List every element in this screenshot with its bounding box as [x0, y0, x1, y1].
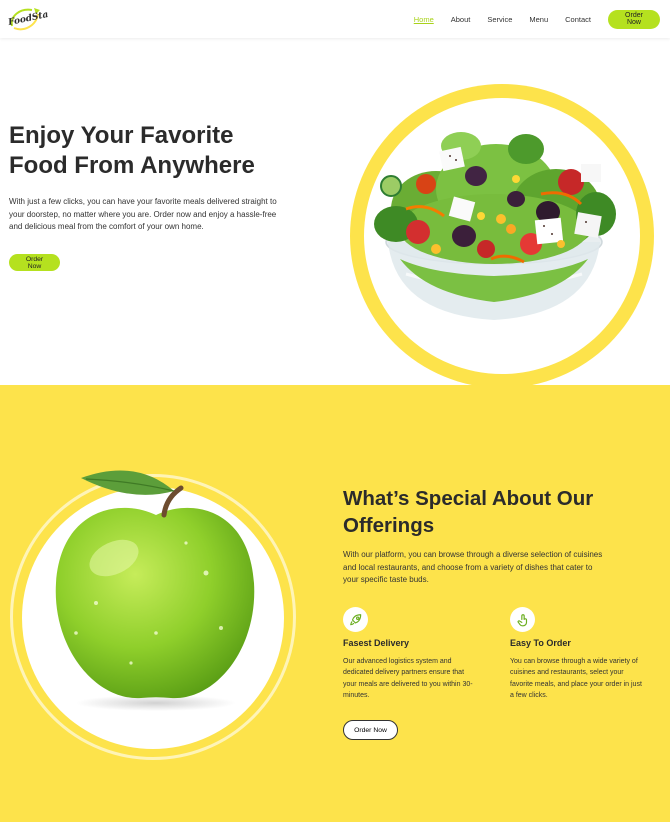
- feature-title: Fasest Delivery: [343, 638, 410, 648]
- rocket-icon: [343, 607, 368, 632]
- offerings-section: What’s Special About Our Offerings With …: [0, 385, 670, 822]
- green-apple-image: [55, 470, 255, 711]
- logo[interactable]: FoodSta: [7, 3, 49, 35]
- nav-link-service[interactable]: Service: [487, 15, 512, 24]
- hero-title-line1: Enjoy Your Favorite: [9, 122, 234, 149]
- offerings-title-line2: Offerings: [343, 513, 435, 537]
- feature-description: You can browse through a wide variety of…: [510, 658, 642, 700]
- nav-order-now-button[interactable]: Order Now: [608, 9, 660, 29]
- nav-link-home[interactable]: Home: [414, 15, 434, 24]
- nav-links: Home About Service Menu Contact Order No…: [397, 9, 660, 29]
- hero-section: Enjoy Your Favorite Food From Anywhere W…: [0, 38, 670, 388]
- feature-title: Easy To Order: [510, 638, 571, 648]
- hero-title: Enjoy Your Favorite Food From Anywhere: [9, 121, 309, 181]
- feature-fastest-delivery: Fasest Delivery Our advanced logistics s…: [343, 607, 483, 702]
- hero-title-line2: Food From Anywhere: [9, 152, 255, 179]
- nav-link-about[interactable]: About: [451, 15, 471, 24]
- hero-description: With just a few clicks, you can have you…: [9, 197, 277, 232]
- nav-link-menu[interactable]: Menu: [529, 15, 548, 24]
- offerings-title: What’s Special About Our Offerings: [343, 486, 633, 539]
- hero-order-now-button[interactable]: Order Now: [9, 254, 60, 271]
- offerings-description: With our platform, you can browse throug…: [343, 550, 603, 585]
- top-nav: FoodSta Home About Service Menu Contact …: [0, 0, 670, 38]
- feature-easy-to-order: Easy To Order You can browse through a w…: [510, 607, 650, 702]
- hero-image-ring: [350, 84, 654, 388]
- offerings-order-now-button[interactable]: Order Now: [343, 720, 398, 740]
- offerings-title-line1: What’s Special About Our: [343, 487, 594, 510]
- salad-bowl-image: [374, 132, 616, 320]
- tap-hand-icon: [510, 607, 535, 632]
- page: FoodSta Home About Service Menu Contact …: [0, 0, 670, 822]
- nav-link-contact[interactable]: Contact: [565, 15, 591, 24]
- feature-description: Our advanced logistics system and dedica…: [343, 658, 473, 700]
